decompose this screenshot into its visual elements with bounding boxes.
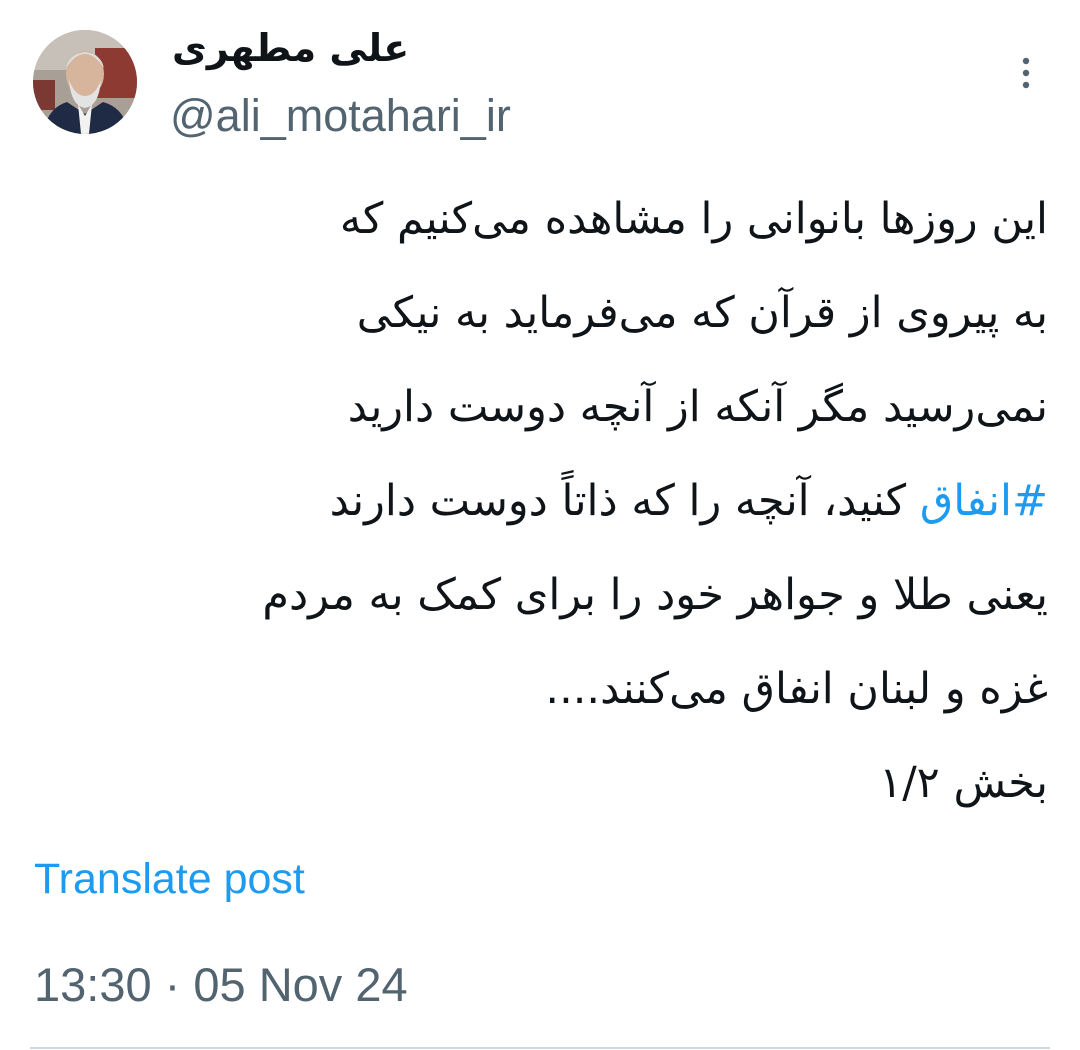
translate-post-link[interactable]: Translate post xyxy=(34,852,305,906)
hashtag-link[interactable]: #انفاق xyxy=(920,476,1048,526)
user-handle[interactable]: @ali_motahari_ir xyxy=(170,88,511,144)
more-vertical-icon[interactable] xyxy=(1008,52,1044,98)
post-text-line: #انفاق کنید، آنچه را که ذاتاً دوست دارند xyxy=(30,454,1048,548)
divider xyxy=(30,1047,1050,1049)
avatar[interactable] xyxy=(33,30,137,134)
post-text-segment: کنید، آنچه را که ذاتاً دوست دارند xyxy=(329,476,920,526)
post-text-line: غزه و لبنان انفاق می‌کنند.... xyxy=(545,664,1048,714)
post-text-line: یعنی طلا و جواهر خود را برای کمک به مردم xyxy=(262,570,1048,620)
post-text-line: این روزها بانوانی را مشاهده می‌کنیم که xyxy=(339,194,1048,244)
avatar-photo xyxy=(33,30,137,134)
post-text-line: بخش ۱/۲ xyxy=(879,758,1048,808)
post-timestamp[interactable]: 13:30 · 05 Nov 24 xyxy=(34,956,408,1014)
display-name[interactable]: علی مطهری xyxy=(172,22,409,74)
post-text-line: به پیروی از قرآن که می‌فرماید به نیکی xyxy=(356,288,1048,338)
post-text: این روزها بانوانی را مشاهده می‌کنیم که ب… xyxy=(30,172,1048,830)
post-text-line: نمی‌رسید مگر آنکه از آنچه دوست دارید xyxy=(347,382,1048,432)
